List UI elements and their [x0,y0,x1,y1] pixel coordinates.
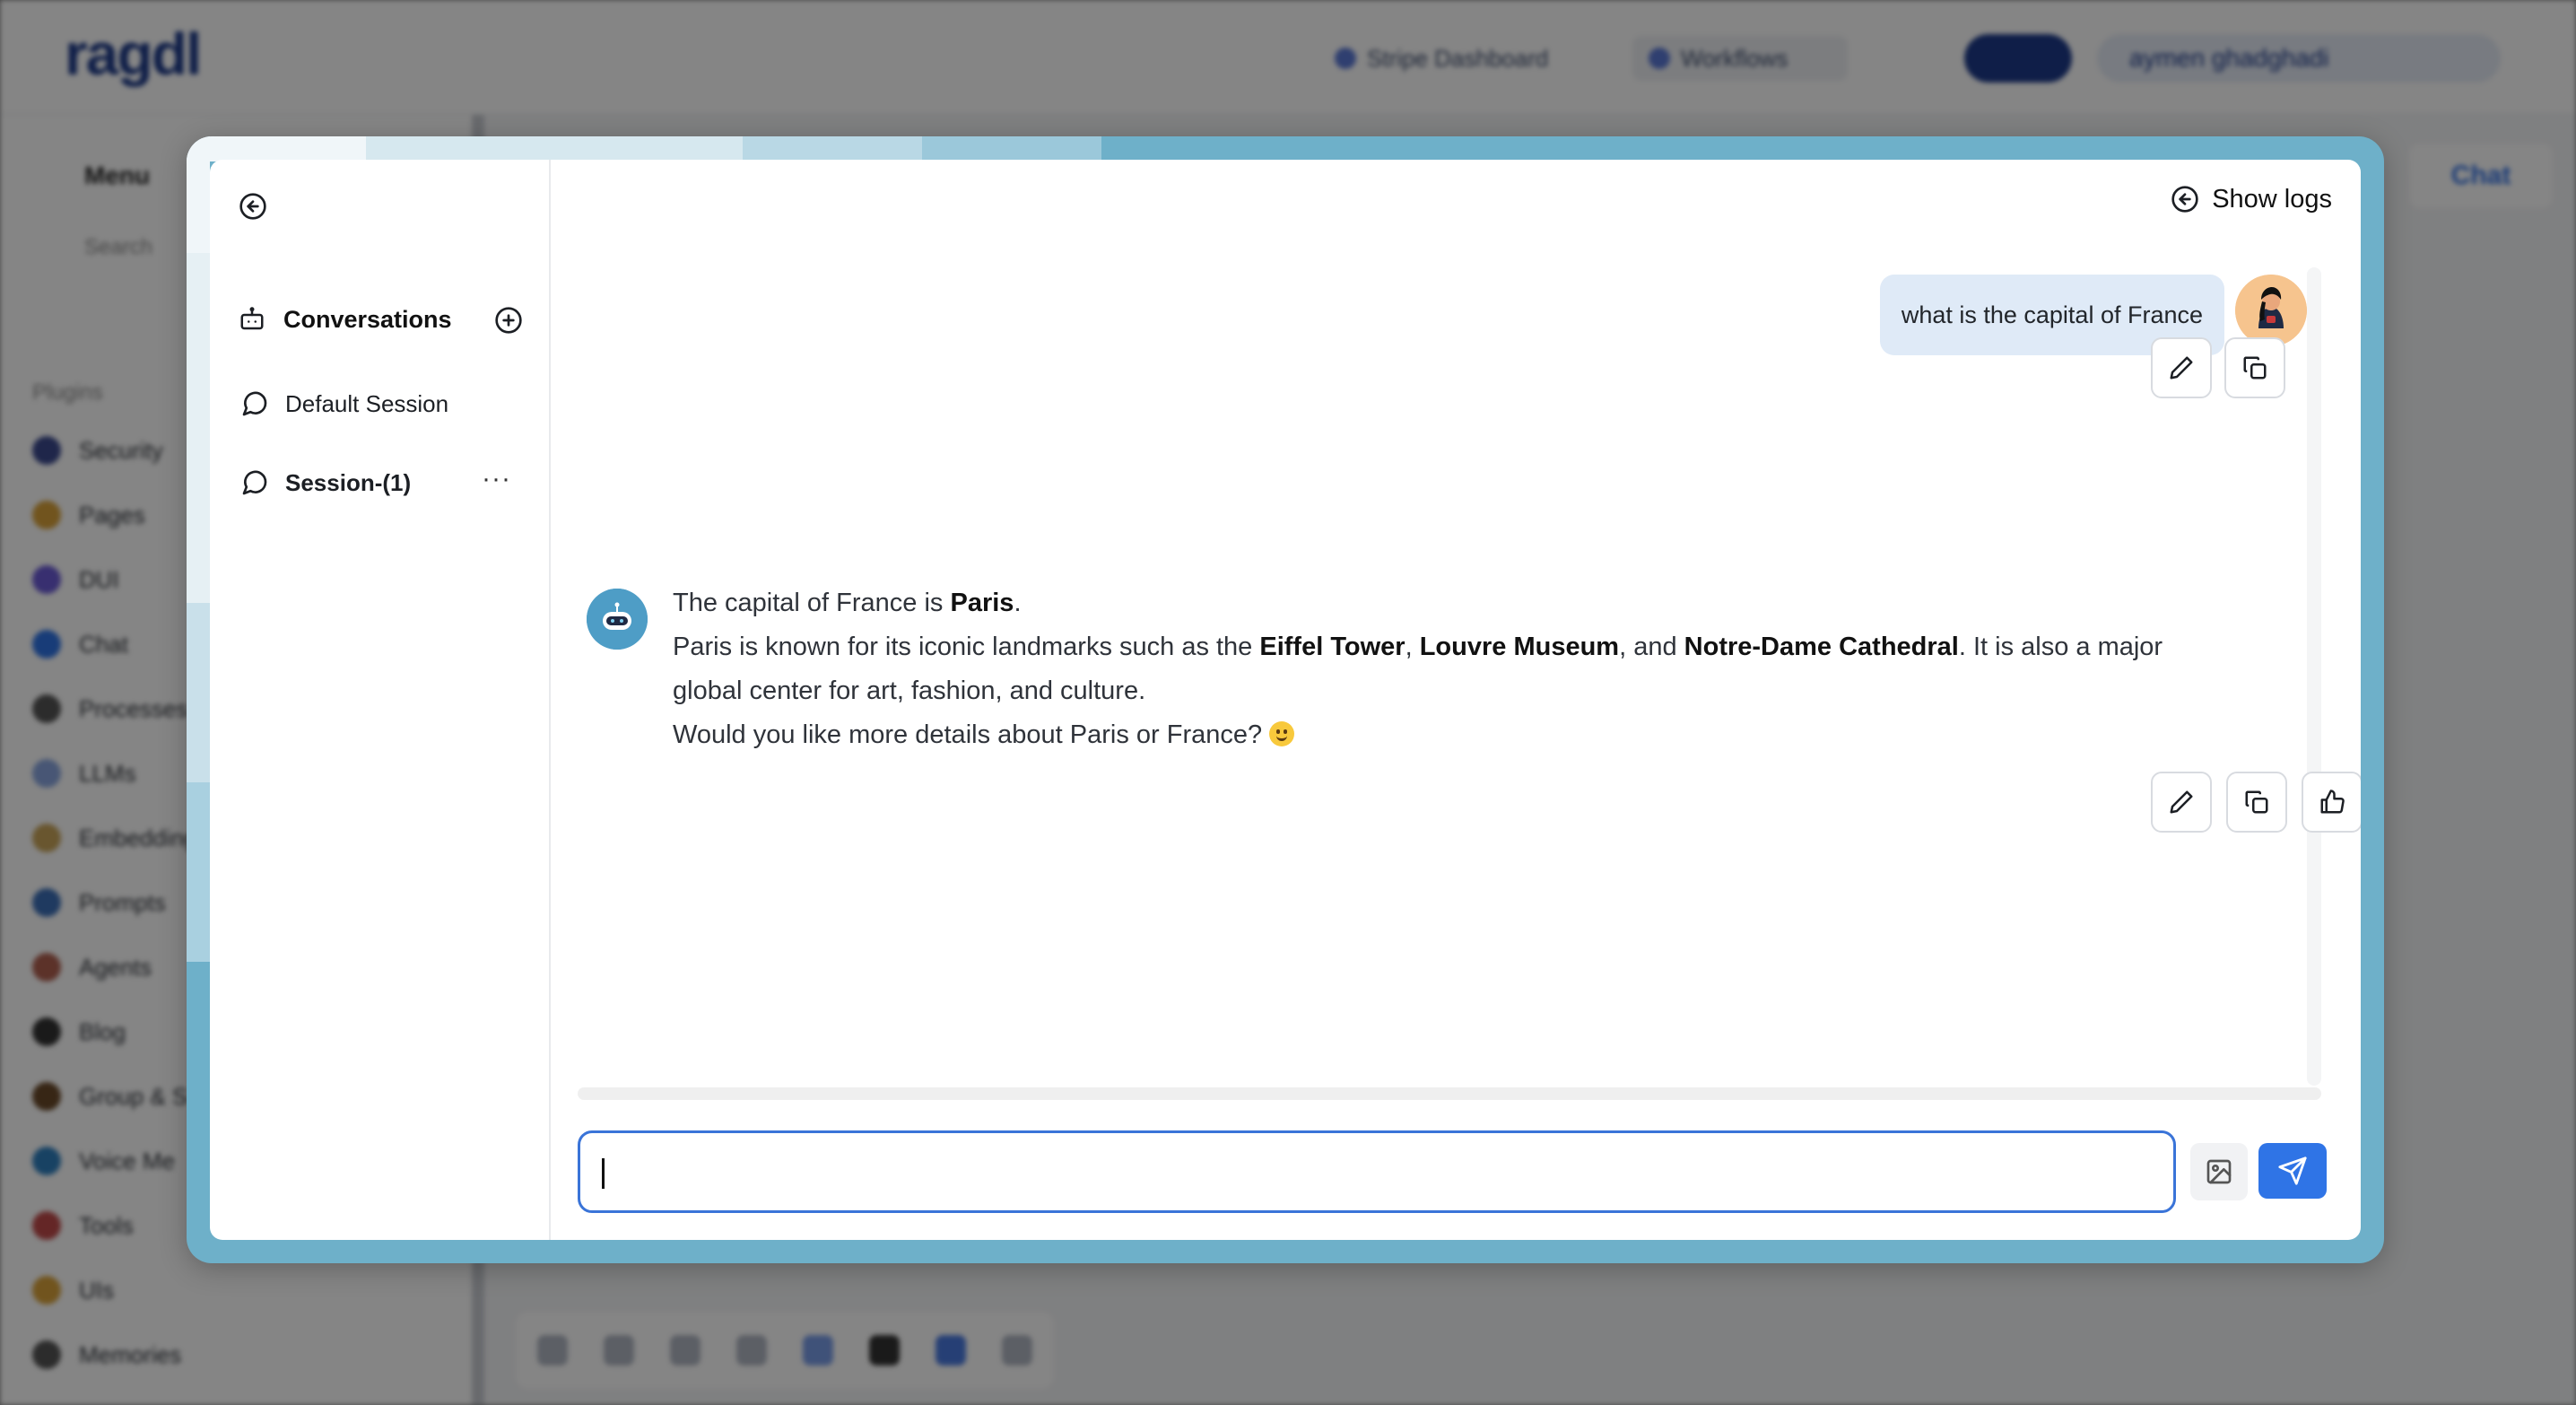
user-avatar [2235,275,2307,346]
plus-circle-icon [495,307,522,334]
bot-message-text: The capital of France is Paris. Paris is… [673,581,2287,757]
arrow-left-circle-icon [239,193,266,220]
copy-response-button[interactable] [2226,772,2287,833]
edit-response-button[interactable] [2151,772,2212,833]
chat-modal-frame: Conversations Default Session Session-(1… [187,136,2384,1263]
text-caret [602,1158,605,1189]
conversations-header: Conversations [239,300,535,339]
bot-avatar [587,589,648,650]
message-input-container[interactable] [578,1130,2176,1213]
user-message-text: what is the capital of France [1901,301,2203,328]
pencil-icon [2170,356,2193,380]
show-logs-button[interactable]: Show logs [2171,179,2332,219]
arrow-left-circle-icon [2171,186,2198,213]
session-item-default[interactable]: Default Session [240,384,536,423]
conversations-title: Conversations [283,305,452,333]
message-input[interactable] [600,1133,2143,1210]
send-icon [2278,1156,2307,1185]
message-circle-icon [242,391,267,416]
session-label: Default Session [285,389,449,417]
new-conversation-button[interactable] [493,305,524,336]
pencil-icon [2170,790,2193,814]
bot-line-3: Would you like more details about Paris … [673,713,2287,757]
session-label: Session-(1) [285,468,412,496]
back-button[interactable] [237,190,269,223]
copy-icon [2245,790,2268,814]
bot-line-2: Paris is known for its iconic landmarks … [673,633,2163,705]
user-avatar-illustration [2235,275,2307,346]
session-item-1[interactable]: Session-(1) ··· [240,463,536,502]
copy-icon [2243,356,2267,380]
thumbs-up-icon [2320,790,2345,814]
smiling-face-emoji-icon [1269,721,1295,746]
conversations-panel: Conversations Default Session Session-(1… [210,160,551,1240]
vertical-scrollbar[interactable] [2307,267,2321,1086]
attach-image-button[interactable] [2190,1143,2248,1200]
thumbs-up-button[interactable] [2302,772,2361,833]
robot-icon [587,589,648,650]
edit-message-button[interactable] [2151,337,2212,398]
send-button[interactable] [2258,1143,2327,1199]
image-icon [2206,1159,2232,1184]
chat-area: Show logs what is the capital of France [551,160,2361,1240]
chat-modal: Conversations Default Session Session-(1… [210,160,2361,1240]
bot-line-1: The capital of France is Paris. [673,589,1022,617]
show-logs-label: Show logs [2212,184,2332,214]
message-circle-icon [242,470,267,495]
session-more-button[interactable]: ··· [482,466,511,493]
bot-icon [240,307,264,330]
copy-message-button[interactable] [2224,337,2285,398]
horizontal-scrollbar[interactable] [578,1087,2321,1100]
